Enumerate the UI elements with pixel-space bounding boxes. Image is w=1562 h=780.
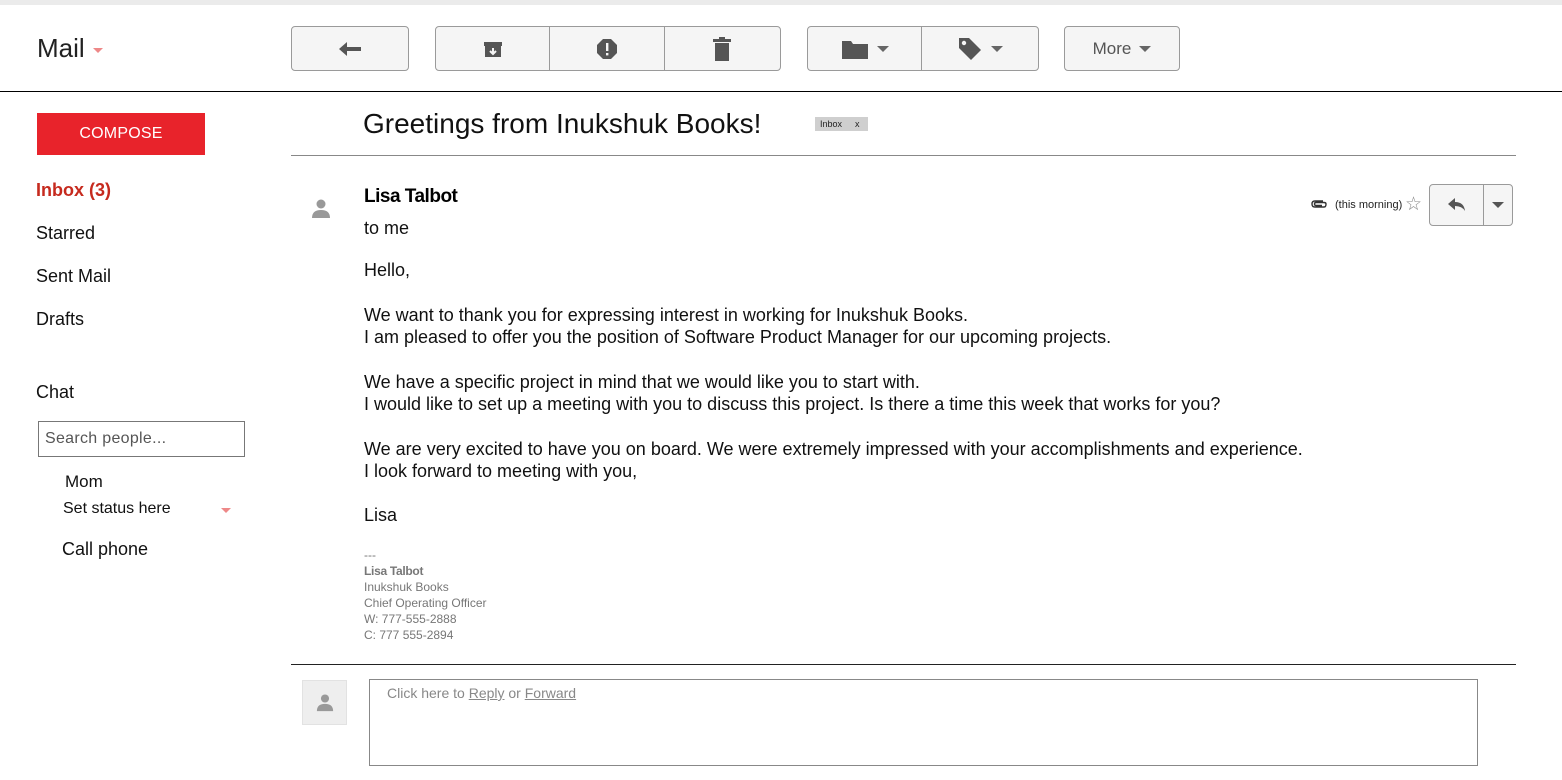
trash-icon xyxy=(713,36,732,61)
move-to-folder-button[interactable] xyxy=(808,27,923,70)
app-title-label: Mail xyxy=(37,33,85,63)
action-toolbar-group xyxy=(435,26,781,71)
header-divider xyxy=(0,91,1562,92)
sender-avatar-icon xyxy=(312,199,330,218)
signature-title: Chief Operating Officer xyxy=(364,596,487,610)
tag-icon xyxy=(959,37,981,60)
archive-icon xyxy=(483,41,502,57)
subject-divider xyxy=(291,155,1516,156)
body-line: We want to thank you for expressing inte… xyxy=(364,305,968,325)
message-reply-group xyxy=(1429,184,1513,226)
body-line: We are very excited to have you on board… xyxy=(364,439,1303,459)
attachment-icon xyxy=(1311,200,1327,208)
body-signoff: Lisa xyxy=(364,505,398,525)
reply-area[interactable]: Click here to Reply or Forward xyxy=(369,679,1478,766)
reply-prompt-prefix: Click here to xyxy=(387,685,469,701)
message-reply-button[interactable] xyxy=(1430,185,1484,225)
sidebar-item-inbox[interactable]: Inbox (3) xyxy=(36,180,111,201)
user-avatar-icon xyxy=(316,693,333,711)
more-toolbar-group: More xyxy=(1064,26,1180,71)
archive-button[interactable] xyxy=(436,27,551,70)
reply-button[interactable] xyxy=(292,27,408,70)
chat-contact-mom[interactable]: Mom xyxy=(65,472,103,492)
more-button[interactable]: More xyxy=(1065,27,1179,70)
sidebar-item-sent-mail[interactable]: Sent Mail xyxy=(36,266,111,287)
folder-icon xyxy=(841,40,868,59)
signature-name: Lisa Talbot xyxy=(364,564,424,578)
message-more-options-button[interactable] xyxy=(1484,185,1512,225)
search-people-input[interactable] xyxy=(38,421,245,457)
label-chip-text: Inbox xyxy=(820,119,843,129)
set-status-link[interactable]: Set status here xyxy=(63,500,171,518)
sender-name[interactable]: Lisa Talbot xyxy=(364,186,458,208)
app-title[interactable]: Mail xyxy=(37,33,103,64)
reply-icon xyxy=(339,41,361,56)
message-subject: Greetings from Inukshuk Books! xyxy=(363,108,762,139)
signature-work-phone: W: 777-555-2888 xyxy=(364,612,457,626)
signature-separator: --- xyxy=(364,548,376,562)
message-timestamp: (this morning) xyxy=(1335,199,1403,211)
body-line: I would like to set up a meeting with yo… xyxy=(364,394,1221,414)
my-avatar xyxy=(302,680,347,725)
organize-toolbar-group xyxy=(807,26,1039,71)
report-spam-icon xyxy=(597,38,618,59)
sidebar-item-drafts[interactable]: Drafts xyxy=(36,309,84,330)
chevron-down-icon xyxy=(876,45,889,52)
star-icon[interactable]: ☆ xyxy=(1405,195,1422,214)
labels-button[interactable] xyxy=(922,27,1038,70)
reply-toolbar-group xyxy=(291,26,409,71)
reply-prompt-middle: or xyxy=(504,685,525,701)
sidebar-item-starred[interactable]: Starred xyxy=(36,223,95,244)
report-spam-button[interactable] xyxy=(550,27,665,70)
compose-button[interactable]: COMPOSE xyxy=(37,113,205,155)
call-phone-link[interactable]: Call phone xyxy=(62,539,148,560)
reply-icon xyxy=(1447,198,1465,211)
signature-company: Inukshuk Books xyxy=(364,580,449,594)
signature-cell-phone: C: 777 555-2894 xyxy=(364,628,454,642)
more-button-label: More xyxy=(1092,38,1132,58)
forward-link[interactable]: Forward xyxy=(525,685,576,701)
body-line: I am pleased to offer you the position o… xyxy=(364,327,1112,347)
delete-button[interactable] xyxy=(665,27,780,70)
remove-label-button[interactable]: x xyxy=(855,119,860,129)
top-strip xyxy=(0,0,1562,5)
chevron-down-icon xyxy=(1139,45,1152,52)
inbox-label-chip: Inbox x xyxy=(815,117,868,131)
message-divider xyxy=(291,664,1516,665)
status-dropdown-caret-icon[interactable] xyxy=(221,508,231,513)
body-line: We have a specific project in mind that … xyxy=(364,372,920,392)
body-greeting: Hello, xyxy=(364,260,411,280)
chat-heading: Chat xyxy=(36,382,75,402)
chevron-down-icon xyxy=(1492,202,1504,208)
reply-link[interactable]: Reply xyxy=(469,685,505,701)
recipient-line[interactable]: to me xyxy=(364,218,409,239)
chevron-down-icon xyxy=(991,45,1003,52)
body-line: I look forward to meeting with you, xyxy=(364,461,638,481)
app-menu-caret-icon[interactable] xyxy=(92,47,103,53)
